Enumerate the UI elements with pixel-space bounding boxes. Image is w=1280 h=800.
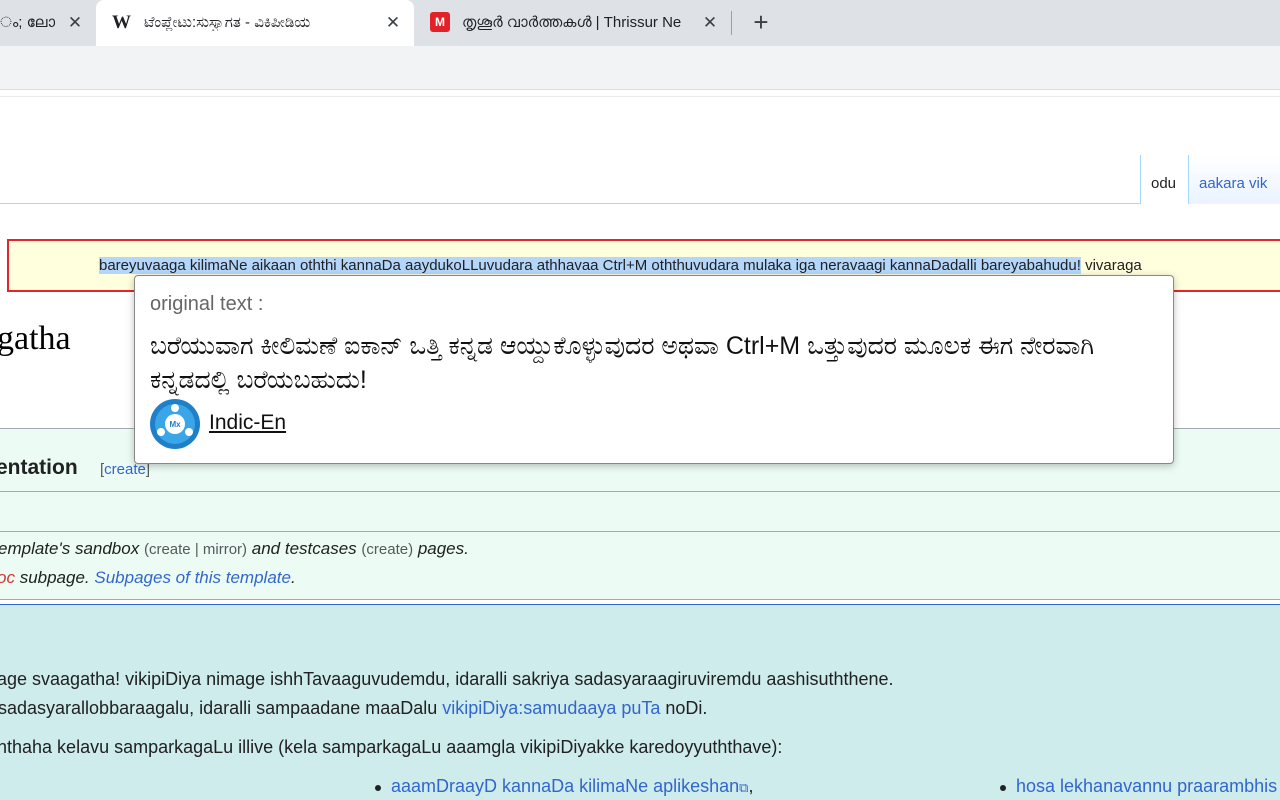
tab-read[interactable]: odu: [1140, 155, 1189, 204]
list-item: hosa lekhanavannu praarambhis: [1016, 776, 1277, 797]
doc-redlink[interactable]: oc: [0, 568, 15, 587]
welcome-box: age svaagatha! vikipiDiya nimage ishhTav…: [0, 604, 1280, 800]
tab-edit-source[interactable]: aakara vik: [1189, 155, 1280, 204]
start-new-article-link[interactable]: hosa lekhanavannu praarambhis: [1016, 776, 1277, 796]
sandbox-create-link[interactable]: create: [149, 541, 191, 558]
indic-en-link[interactable]: Indic-En: [209, 411, 286, 435]
original-text: ಬರೆಯುವಾಗ ಕೀಲಿಮಣೆ ಐಕಾನ್ ಒತ್ತಿ ಕನ್ನಡ ಆಯ್ದು…: [150, 332, 1095, 394]
notice-text: bareyuvaaga kilimaNe aikaan oththi kanna…: [99, 257, 1142, 274]
popup-label: original text :: [150, 293, 264, 315]
divider: [0, 531, 1280, 532]
subpage-text: subpage.: [14, 568, 95, 587]
bullet: [375, 785, 381, 791]
community-end: noDi.: [660, 698, 708, 718]
testcases-create-link[interactable]: create: [366, 541, 408, 558]
indic-en-logo-icon: Mx: [150, 399, 200, 449]
selected-notice-text[interactable]: bareyuvaaga kilimaNe aikaan oththi kanna…: [99, 257, 1081, 274]
android-keyboard-app-link[interactable]: aaamDraayD kannaDa kilimaNe aplikeshan: [391, 776, 739, 796]
separator: |: [190, 541, 203, 558]
subpage-line: oc subpage. Subpages of this template.: [0, 568, 296, 588]
list-item: aaamDraayD kannaDa kilimaNe aplikeshan⧉,: [391, 776, 753, 797]
logo-text: Mx: [169, 420, 181, 429]
links-intro-line: nthaha kelavu samparkagaLu illive (kela …: [0, 737, 783, 757]
bullet: [1000, 785, 1006, 791]
community-portal-link[interactable]: vikipiDiya:samudaaya puTa: [442, 698, 660, 718]
pages-text: pages.: [413, 539, 469, 558]
sandbox-mirror-link[interactable]: mirror: [203, 541, 242, 558]
welcome-line: age svaagatha! vikipiDiya nimage ishhTav…: [0, 669, 894, 689]
divider: [0, 491, 1280, 492]
community-line: sadasyarallobbaraagalu, idaralli sampaad…: [0, 698, 707, 719]
documentation-heading: entation: [0, 456, 78, 479]
comma: ,: [748, 776, 754, 796]
subpages-link[interactable]: Subpages of this template: [94, 568, 291, 587]
sandbox-line: emplate's sandbox (create | mirror) and …: [0, 539, 469, 559]
testcases-text: and testcases: [247, 539, 362, 558]
community-text: sadasyarallobbaraagalu, idaralli sampaad…: [0, 698, 443, 718]
sandbox-text: emplate's sandbox: [0, 539, 144, 558]
period: .: [290, 568, 296, 587]
notice-trailing-text: vivaraga: [1080, 257, 1142, 274]
browser-window: ം; ലോക ✕ ಟೆಂಪ್ಲೇಟು:ಸುಸ್ವಾಗತ - ವಿಕಿಪೀಡಿಯ …: [0, 0, 1280, 800]
page-title: gatha: [0, 320, 71, 357]
content-tabs-border: [0, 203, 1280, 204]
transliteration-popup: original text : ಬರೆಯುವಾಗ ಕೀಲಿಮಣೆ ಐಕಾನ್ ಒ…: [134, 275, 1174, 464]
